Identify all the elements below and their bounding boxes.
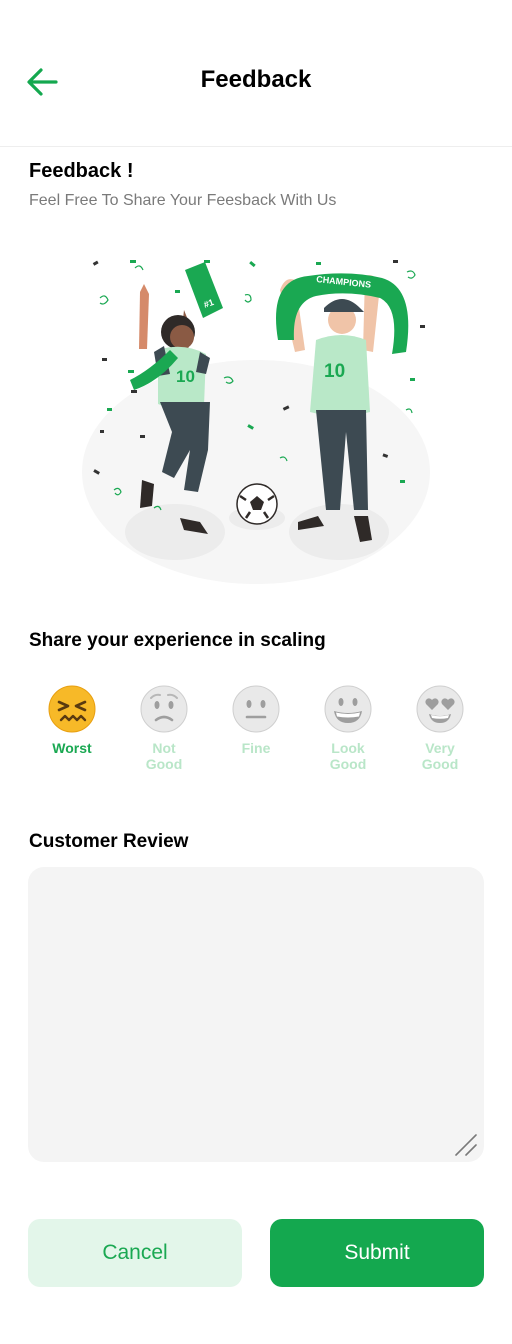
frowning-face-icon: [140, 685, 188, 733]
rating-label: Look Good: [329, 740, 367, 772]
rating-option-fine[interactable]: Fine: [210, 684, 302, 784]
rating-option-look-good[interactable]: Look Good: [302, 684, 394, 784]
rating-label: Fine: [241, 740, 271, 756]
boy-jersey-number: 10: [324, 361, 345, 382]
feedback-heading: Feedback !: [29, 160, 134, 182]
customer-review-input[interactable]: [28, 867, 484, 1162]
rating-option-not-good[interactable]: Not Good: [118, 684, 210, 784]
app-header: Feedback: [0, 0, 512, 147]
celebration-illustration: #1 10 CHAMPIONS 10: [82, 260, 430, 584]
rating-option-very-good[interactable]: Very Good: [394, 684, 486, 784]
rating-section-title: Share your experience in scaling: [29, 630, 326, 651]
submit-button[interactable]: Submit: [270, 1219, 484, 1287]
rating-label: Very Good: [421, 740, 459, 772]
rating-label: Worst: [52, 740, 92, 756]
cancel-button[interactable]: Cancel: [28, 1219, 242, 1287]
rating-label: Not Good: [145, 740, 183, 772]
girl-jersey-number: 10: [176, 367, 195, 386]
review-section-title: Customer Review: [29, 831, 189, 852]
page-title: Feedback: [200, 66, 312, 93]
feedback-subtitle: Feel Free To Share Your Feesback With Us: [29, 192, 337, 209]
heart-eyes-face-icon: [416, 685, 464, 733]
grinning-face-icon: [324, 685, 372, 733]
rating-option-worst[interactable]: Worst: [26, 684, 118, 784]
neutral-face-icon: [232, 685, 280, 733]
rating-options: Worst Not Good Fine Look Good Very Good: [26, 684, 486, 784]
confounded-face-icon: [48, 685, 96, 733]
